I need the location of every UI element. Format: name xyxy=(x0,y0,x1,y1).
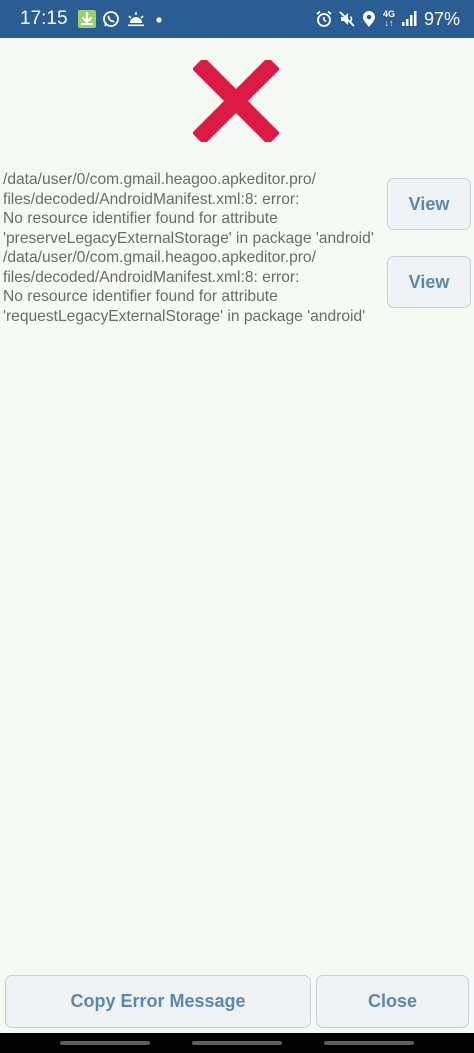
nav-handle-right[interactable] xyxy=(324,1041,414,1045)
status-time: 17:15 xyxy=(20,8,68,29)
error-item: /data/user/0/com.gmail.heagoo.apkeditor.… xyxy=(0,168,474,247)
error-item: /data/user/0/com.gmail.heagoo.apkeditor.… xyxy=(0,246,474,325)
nav-handle-left[interactable] xyxy=(60,1041,150,1045)
view-button[interactable]: View xyxy=(387,256,471,308)
whatsapp-icon xyxy=(102,10,120,28)
copy-error-message-button[interactable]: Copy Error Message xyxy=(5,975,311,1028)
error-message: /data/user/0/com.gmail.heagoo.apkeditor.… xyxy=(3,171,374,247)
location-icon xyxy=(361,10,377,28)
close-button[interactable]: Close xyxy=(316,975,469,1028)
status-bar: 17:15 4G ↓↑ 97% xyxy=(0,0,474,38)
alarm-icon xyxy=(315,10,333,28)
nav-handle-center[interactable] xyxy=(192,1041,282,1045)
error-list: /data/user/0/com.gmail.heagoo.apkeditor.… xyxy=(0,168,474,325)
error-cross-icon xyxy=(193,60,279,142)
mute-icon xyxy=(338,10,356,28)
network-activity-label: ↓↑ xyxy=(384,18,394,28)
navigation-bar xyxy=(0,1033,474,1053)
dot-icon xyxy=(152,10,166,28)
status-bar-left: 17:15 xyxy=(20,8,166,30)
bottom-button-bar: Copy Error Message Close xyxy=(0,975,474,1029)
weather-icon xyxy=(126,10,146,28)
error-message: /data/user/0/com.gmail.heagoo.apkeditor.… xyxy=(3,249,366,325)
signal-icon xyxy=(401,10,417,28)
network-4g-icon: 4G ↓↑ xyxy=(382,10,396,28)
battery-level: 97% xyxy=(423,8,460,29)
android-notification-icon xyxy=(77,10,96,28)
status-bar-right: 4G ↓↑ 97% xyxy=(315,9,460,30)
view-button[interactable]: View xyxy=(387,178,471,230)
